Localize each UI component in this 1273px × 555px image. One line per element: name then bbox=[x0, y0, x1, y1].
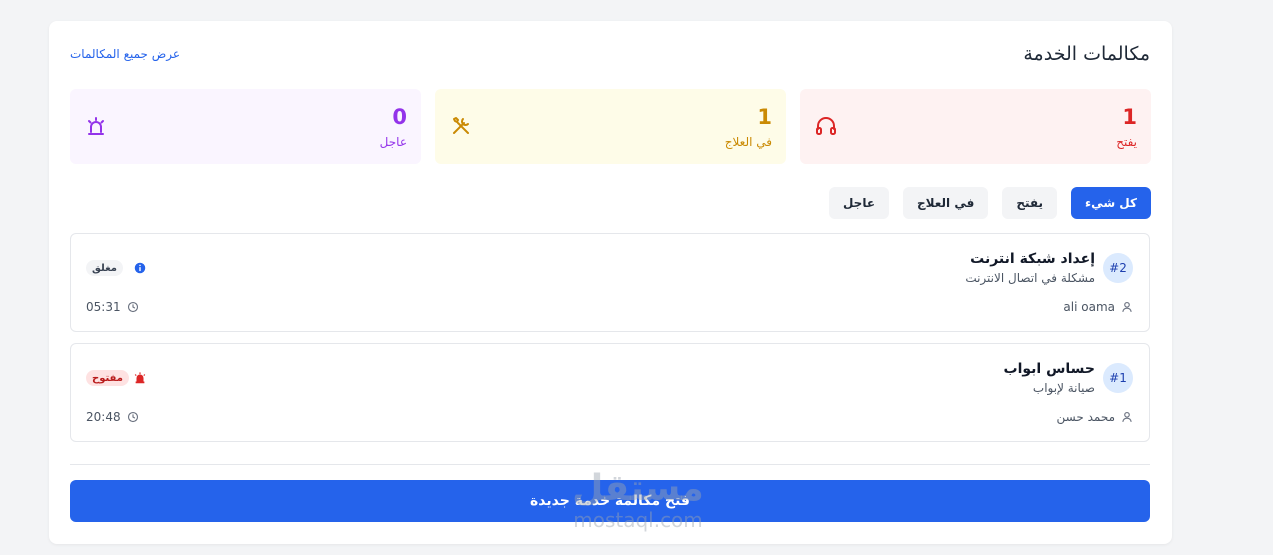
info-icon bbox=[134, 262, 146, 274]
filter-all[interactable]: كل شيء bbox=[1071, 187, 1151, 219]
stat-urgent-count: 0 bbox=[392, 105, 407, 129]
tools-icon bbox=[453, 117, 469, 134]
stat-card-open: 1 يفتح bbox=[800, 89, 1151, 164]
siren-icon bbox=[88, 117, 104, 135]
filter-tabs: كل شيء يفتح في العلاج عاجل bbox=[828, 187, 1151, 219]
stat-open-label: يفتح bbox=[1116, 135, 1137, 149]
call-description: مشكلة في اتصال الانترنت bbox=[965, 271, 1095, 285]
stat-treatment-label: في العلاج bbox=[724, 135, 772, 149]
call-time-value: 20:48 bbox=[86, 410, 121, 424]
clock-icon bbox=[127, 411, 138, 423]
headset-icon bbox=[816, 117, 836, 135]
call-person: محمد حسن bbox=[1057, 410, 1133, 424]
call-person-name: محمد حسن bbox=[1056, 410, 1115, 424]
call-title: إعداد شبكة انترنت bbox=[970, 251, 1095, 267]
view-all-calls-link[interactable]: عرض جميع المكالمات bbox=[70, 47, 180, 61]
status-badge: مغلق bbox=[86, 260, 123, 276]
call-id-badge: #2 bbox=[1103, 253, 1133, 283]
call-person-name: ali oama bbox=[1063, 300, 1115, 314]
call-title: حساس ابواب bbox=[1003, 361, 1096, 377]
call-person: ali oama bbox=[1063, 300, 1133, 314]
filter-urgent[interactable]: عاجل bbox=[828, 187, 890, 219]
stat-card-in-treatment: 1 في العلاج bbox=[435, 89, 786, 164]
user-icon bbox=[1122, 411, 1132, 422]
new-service-call-button[interactable]: فتح مكالمة خدمة جديدة bbox=[70, 480, 1150, 522]
call-id-badge: #1 bbox=[1103, 363, 1133, 393]
call-item[interactable]: #1 حساس ابواب صيانة لإبواب مفتوح محمد حس… bbox=[70, 343, 1150, 442]
stat-open-count: 1 bbox=[1122, 105, 1137, 129]
filter-in-treatment[interactable]: في العلاج bbox=[903, 187, 989, 219]
stat-treatment-count: 1 bbox=[757, 105, 772, 129]
clock-icon bbox=[127, 301, 138, 313]
siren-icon bbox=[134, 372, 146, 384]
stat-card-urgent: 0 عاجل bbox=[70, 89, 421, 164]
call-time: 05:31 bbox=[86, 300, 139, 314]
call-description: صيانة لإبواب bbox=[1032, 381, 1095, 395]
service-calls-card: مكالمات الخدمة عرض جميع المكالمات 1 يفتح… bbox=[49, 21, 1172, 544]
call-time: 20:48 bbox=[86, 410, 139, 424]
call-item[interactable]: #2 إعداد شبكة انترنت مشكلة في اتصال الان… bbox=[70, 233, 1150, 332]
stat-urgent-label: عاجل bbox=[379, 135, 407, 149]
call-time-value: 05:31 bbox=[86, 300, 121, 314]
divider bbox=[70, 464, 1150, 465]
page-title: مكالمات الخدمة bbox=[1023, 43, 1150, 65]
status-badge: مفتوح bbox=[86, 370, 129, 386]
user-icon bbox=[1122, 301, 1132, 312]
filter-open[interactable]: يفتح bbox=[1002, 187, 1058, 219]
